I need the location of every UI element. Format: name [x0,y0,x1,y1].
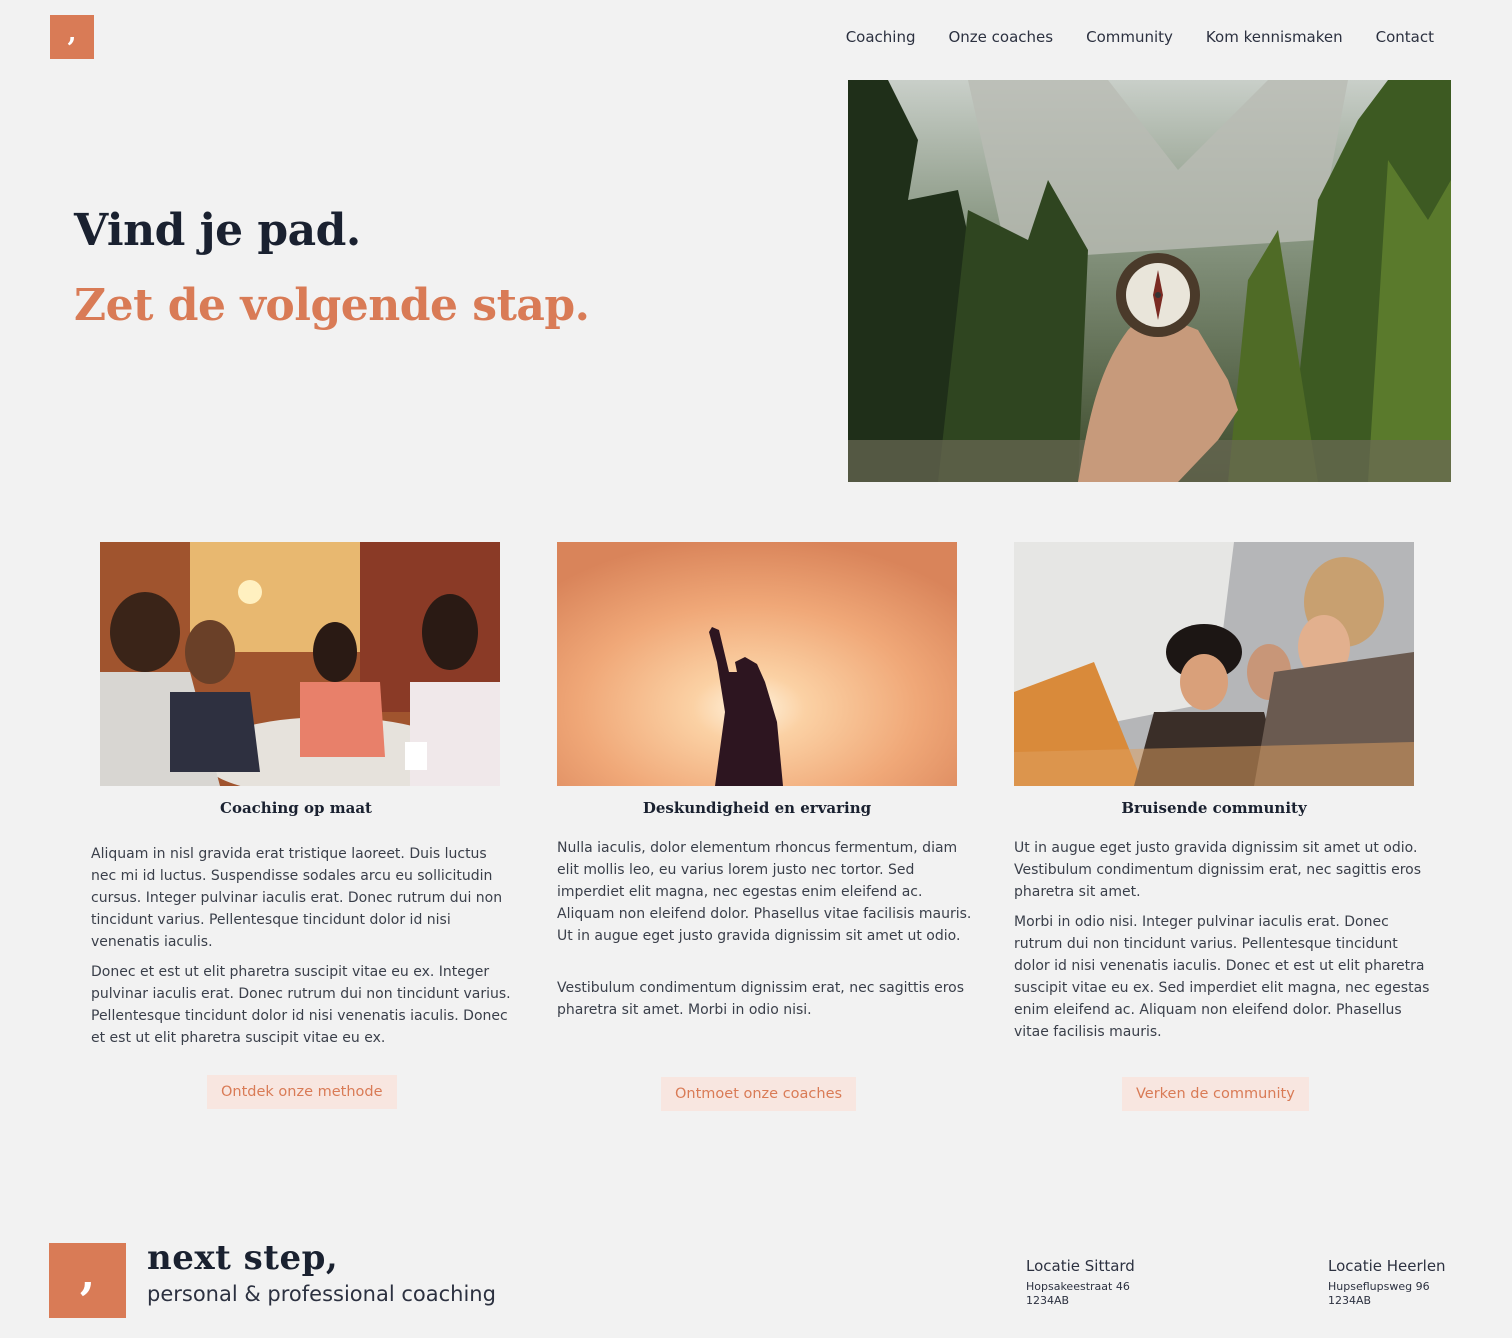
location-street: Hupseflupsweg 96 [1328,1280,1430,1293]
card-image-community [1014,542,1414,786]
location-title: Locatie Sittard [1026,1257,1135,1275]
nav-kom-kennismaken[interactable]: Kom kennismaken [1206,28,1343,46]
card-image-coaching [100,542,500,786]
card-title: Deskundigheid en ervaring [642,799,872,817]
card-text: Vestibulum condimentum dignissim erat, n… [557,980,965,1018]
card-title: Bruisende community [1121,799,1307,817]
card-text: Aliquam in nisl gravida erat tristique l… [91,846,503,950]
card-text: Morbi in odio nisi. Integer pulvinar iac… [1014,914,1430,1040]
nav-onze-coaches[interactable]: Onze coaches [948,28,1053,46]
nav-contact[interactable]: Contact [1376,28,1434,46]
nav-community[interactable]: Community [1086,28,1173,46]
nav-coaching[interactable]: Coaching [846,28,916,46]
brand-name: next step, [147,1238,339,1278]
main-nav: Coaching Onze coaches Community Kom kenn… [846,28,1434,46]
location-heerlen: Locatie Heerlen Hupseflupsweg 96 1234AB [1328,1257,1446,1308]
logo[interactable]: , [50,15,94,59]
card-image-expertise [557,542,957,786]
location-sittard: Locatie Sittard Hopsakeestraat 46 1234AB [1026,1257,1135,1308]
location-zip: 1234AB [1026,1294,1070,1307]
verken-community-button[interactable]: Verken de community [1122,1077,1309,1111]
hero-title: Vind je pad. [74,205,361,256]
location-zip: 1234AB [1328,1294,1372,1307]
footer-logo[interactable]: , [49,1243,126,1318]
hero-compass-image [848,80,1451,482]
ontdek-methode-button[interactable]: Ontdek onze methode [207,1075,397,1109]
card-text: Nulla iaculis, dolor elementum rhoncus f… [557,840,972,944]
brand-tagline: personal & professional coaching [147,1282,496,1306]
location-title: Locatie Heerlen [1328,1257,1446,1275]
card-text: Ut in augue eget justo gravida dignissim… [1014,840,1422,900]
location-street: Hopsakeestraat 46 [1026,1280,1130,1293]
ontmoet-coaches-button[interactable]: Ontmoet onze coaches [661,1077,857,1111]
card-title: Coaching op maat [220,799,372,817]
hero-subtitle: Zet de volgende stap. [74,280,590,331]
card-text: Donec et est ut elit pharetra suscipit v… [91,964,511,1046]
